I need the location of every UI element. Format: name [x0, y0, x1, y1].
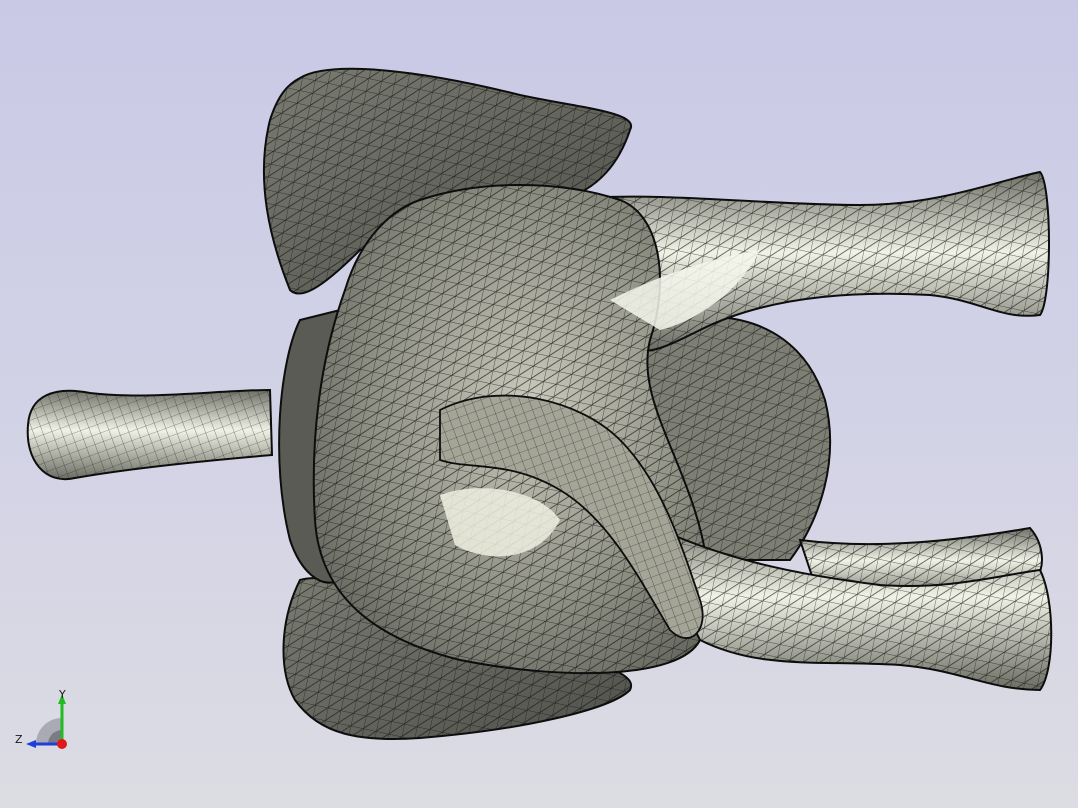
y-axis-label: Y — [58, 688, 66, 701]
z-axis-arrow-icon — [26, 740, 36, 748]
x-axis-dot-icon — [57, 739, 67, 749]
elephant-mesh-model[interactable] — [0, 0, 1078, 808]
3d-viewport[interactable]: Y Z — [0, 0, 1078, 808]
z-axis-label: Z — [15, 733, 23, 746]
axis-triad: Y Z — [15, 688, 67, 749]
